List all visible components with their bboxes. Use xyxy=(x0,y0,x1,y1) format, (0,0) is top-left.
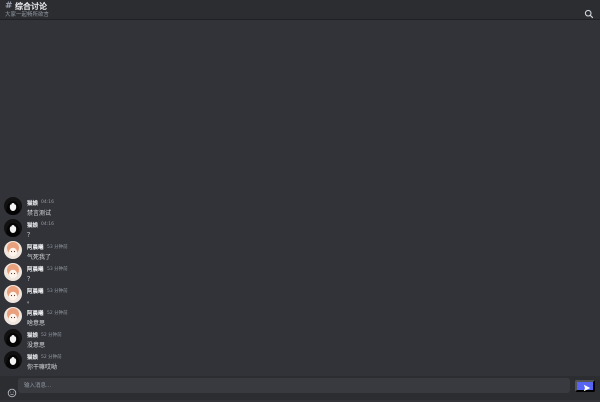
message-timestamp: 52 分钟前 xyxy=(41,355,62,360)
message-text: ？ xyxy=(27,232,34,239)
search-icon[interactable] xyxy=(584,4,594,19)
avatar[interactable] xyxy=(4,263,22,281)
message-item: 猫娘 52 分钟前 你干嘛哎呦 xyxy=(0,350,600,372)
message-timestamp: 52 分钟前 xyxy=(47,311,68,316)
avatar[interactable] xyxy=(4,285,22,303)
message-author[interactable]: 猫娘 xyxy=(27,331,38,339)
message-item: 阿晨曦 52 分钟前 啥意思 xyxy=(0,306,600,328)
channel-subtitle: 大家一起畅所欲言 xyxy=(5,12,50,18)
message-author[interactable]: 猫娘 xyxy=(27,353,38,361)
message-timestamp: 04:16 xyxy=(41,200,54,205)
message-item: 猫娘 04:16 禁言测试 xyxy=(0,196,600,218)
avatar[interactable] xyxy=(4,241,22,259)
message-item: 阿晨曦 53 分钟前 ？ xyxy=(0,262,600,284)
emoji-icon[interactable] xyxy=(7,383,17,398)
message-author[interactable]: 阿晨曦 xyxy=(27,265,44,273)
avatar[interactable] xyxy=(4,351,22,369)
send-icon xyxy=(583,384,591,392)
message-item: 猫娘 52 分钟前 没意思 xyxy=(0,328,600,350)
message-author[interactable]: 阿晨曦 xyxy=(27,243,44,251)
message-input[interactable] xyxy=(18,378,570,393)
avatar[interactable] xyxy=(4,219,22,237)
message-text: 气死我了 xyxy=(27,254,52,261)
message-item: 阿晨曦 53 分钟前 。 xyxy=(0,284,600,306)
message-text: 禁言测试 xyxy=(27,210,52,217)
message-timestamp: 53 分钟前 xyxy=(47,289,68,294)
message-author[interactable]: 阿晨曦 xyxy=(27,309,44,317)
message-item: 猫娘 04:16 ？ xyxy=(0,218,600,240)
send-button[interactable] xyxy=(575,380,595,392)
channel-header: # 综合讨论 大家一起畅所欲言 xyxy=(0,0,600,20)
message-author[interactable]: 猫娘 xyxy=(27,199,38,207)
message-item: 阿晨曦 53 分钟前 气死我了 xyxy=(0,240,600,262)
avatar[interactable] xyxy=(4,329,22,347)
message-timestamp: 04:16 xyxy=(41,222,54,227)
message-timestamp: 53 分钟前 xyxy=(47,267,68,272)
avatar[interactable] xyxy=(4,197,22,215)
message-author[interactable]: 猫娘 xyxy=(27,221,38,229)
message-timestamp: 53 分钟前 xyxy=(47,245,68,250)
message-text: ？ xyxy=(27,276,34,283)
message-author[interactable]: 阿晨曦 xyxy=(27,287,44,295)
message-text: 。 xyxy=(27,298,34,305)
avatar[interactable] xyxy=(4,307,22,325)
message-text: 啥意思 xyxy=(27,320,46,327)
message-text: 没意思 xyxy=(27,342,46,349)
message-timestamp: 52 分钟前 xyxy=(41,333,62,338)
message-text: 你干嘛哎呦 xyxy=(27,364,58,371)
